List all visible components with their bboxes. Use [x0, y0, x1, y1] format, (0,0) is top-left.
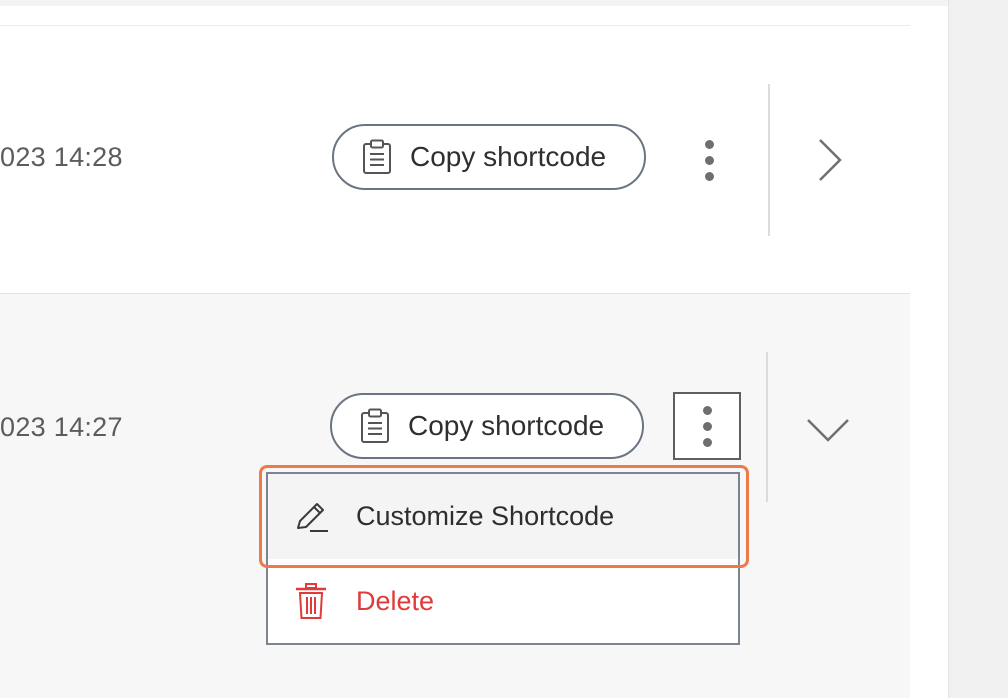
kebab-dot [704, 171, 714, 181]
kebab-icon [704, 139, 714, 149]
clipboard-icon [361, 408, 389, 443]
copy-shortcode-label: Copy shortcode [410, 141, 607, 172]
pencil-icon [297, 502, 328, 532]
kebab-dot [704, 155, 714, 165]
menu-item-delete[interactable]: Delete [268, 559, 738, 643]
more-options-button[interactable] [691, 130, 727, 190]
menu-item-label: Customize Shortcode [356, 501, 615, 531]
copy-shortcode-label: Copy shortcode [408, 410, 605, 441]
kebab-dot [702, 437, 712, 447]
copy-shortcode-button[interactable]: Copy shortcode [332, 124, 646, 190]
row-timestamp: 023 14:28 [0, 142, 123, 172]
menu-item-label: Delete [356, 585, 435, 616]
top-strip [0, 0, 948, 6]
row-divider [766, 352, 768, 502]
more-options-button[interactable] [673, 392, 741, 460]
chevron-right-icon[interactable] [812, 136, 846, 184]
trash-icon [296, 583, 326, 619]
kebab-dot [702, 421, 712, 431]
clipboard-icon [363, 139, 391, 174]
row-divider [768, 84, 770, 236]
context-menu: Customize Shortcode Delete [266, 472, 740, 645]
scrollbar-track[interactable] [948, 0, 1008, 698]
list-row: 023 14:28 Copy shortcode [0, 26, 910, 294]
row-timestamp: 023 14:27 [0, 412, 123, 442]
kebab-icon [702, 405, 712, 415]
chevron-down-icon[interactable] [804, 414, 852, 444]
copy-shortcode-button[interactable]: Copy shortcode [330, 393, 644, 459]
menu-item-customize-shortcode[interactable]: Customize Shortcode [268, 474, 738, 559]
